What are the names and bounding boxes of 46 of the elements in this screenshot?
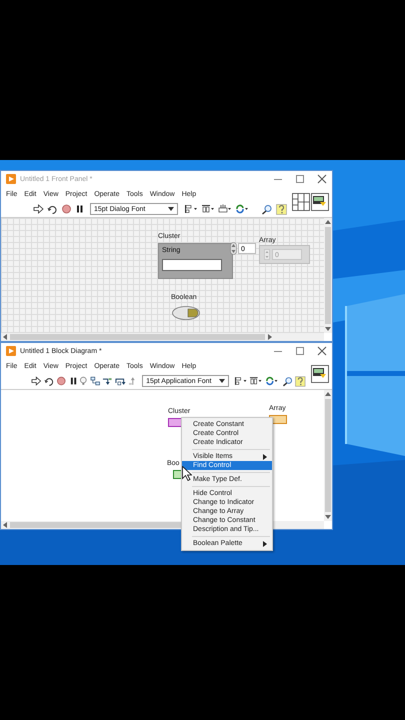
reorder-icon[interactable] xyxy=(235,204,249,214)
search-icon[interactable] xyxy=(282,376,294,386)
pause-icon[interactable] xyxy=(68,376,78,386)
spinner-icon[interactable] xyxy=(230,242,237,255)
scrollbar-track[interactable] xyxy=(324,218,332,333)
vi-icon[interactable] xyxy=(311,193,329,211)
help-icon[interactable] xyxy=(276,204,287,214)
down-arrow-icon[interactable] xyxy=(325,515,331,519)
stop-icon[interactable] xyxy=(56,376,67,386)
string-field[interactable] xyxy=(162,259,222,271)
up-arrow-icon[interactable] xyxy=(325,220,331,224)
retain-values-icon[interactable] xyxy=(90,376,100,386)
scrollbar-thumb[interactable] xyxy=(325,399,331,512)
left-arrow-icon[interactable] xyxy=(3,522,7,528)
app-icon xyxy=(6,174,16,184)
caret-icon xyxy=(168,207,174,211)
resize-icon[interactable] xyxy=(218,204,232,214)
connector-pane-icon[interactable] xyxy=(292,193,310,211)
mouse-pointer-icon xyxy=(182,466,192,481)
run-arrow-icon[interactable] xyxy=(33,204,44,214)
loop-arrows-icon[interactable] xyxy=(44,376,54,386)
loop-arrows-icon[interactable] xyxy=(47,204,58,214)
align-icon[interactable] xyxy=(184,204,198,214)
app-icon xyxy=(6,346,16,356)
distribute-icon[interactable] xyxy=(201,204,215,214)
vi-icon[interactable] xyxy=(311,365,329,383)
align-icon[interactable] xyxy=(234,376,248,386)
up-arrow-icon[interactable] xyxy=(325,392,331,396)
scrollbar-track[interactable] xyxy=(1,333,324,341)
distribute-icon[interactable] xyxy=(249,376,263,386)
step-into-icon[interactable] xyxy=(102,376,113,386)
left-arrow-icon[interactable] xyxy=(3,334,7,340)
reorder-icon[interactable] xyxy=(264,376,278,386)
help-icon[interactable] xyxy=(295,376,306,386)
search-icon[interactable] xyxy=(261,204,273,214)
toggle-switch[interactable] xyxy=(172,306,200,320)
step-over-icon[interactable] xyxy=(114,376,126,386)
spinner-icon xyxy=(264,249,270,260)
stop-icon[interactable] xyxy=(61,204,72,214)
scrollbar-track[interactable] xyxy=(324,390,332,521)
scrollbar-thumb[interactable] xyxy=(10,334,265,340)
run-arrow-icon[interactable] xyxy=(31,376,42,386)
down-arrow-icon[interactable] xyxy=(325,327,331,331)
right-arrow-icon[interactable] xyxy=(268,334,272,340)
pause-icon[interactable] xyxy=(75,204,84,214)
scrollbar-thumb[interactable] xyxy=(325,227,331,324)
